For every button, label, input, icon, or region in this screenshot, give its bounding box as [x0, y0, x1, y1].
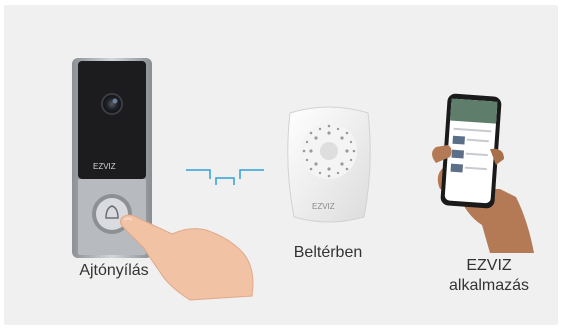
wireless-signal-icon: [186, 169, 264, 185]
phone-in-hand-illustration: [432, 93, 534, 253]
finger-illustration: [119, 214, 254, 301]
app-caption-line1: EZVIZ: [466, 257, 512, 274]
doorbell-logo: EZVIZ: [93, 162, 116, 171]
chime-caption: Beltérben: [293, 244, 363, 261]
app-caption-line2: alkalmazás: [448, 277, 530, 294]
illustration-panel: EZVIZ EZVIZ Ajtónyílás Beltérben EZVIZ a…: [4, 5, 558, 325]
chime-logo: EZVIZ: [312, 202, 335, 211]
doorbell-caption: Ajtónyílás: [79, 262, 149, 279]
